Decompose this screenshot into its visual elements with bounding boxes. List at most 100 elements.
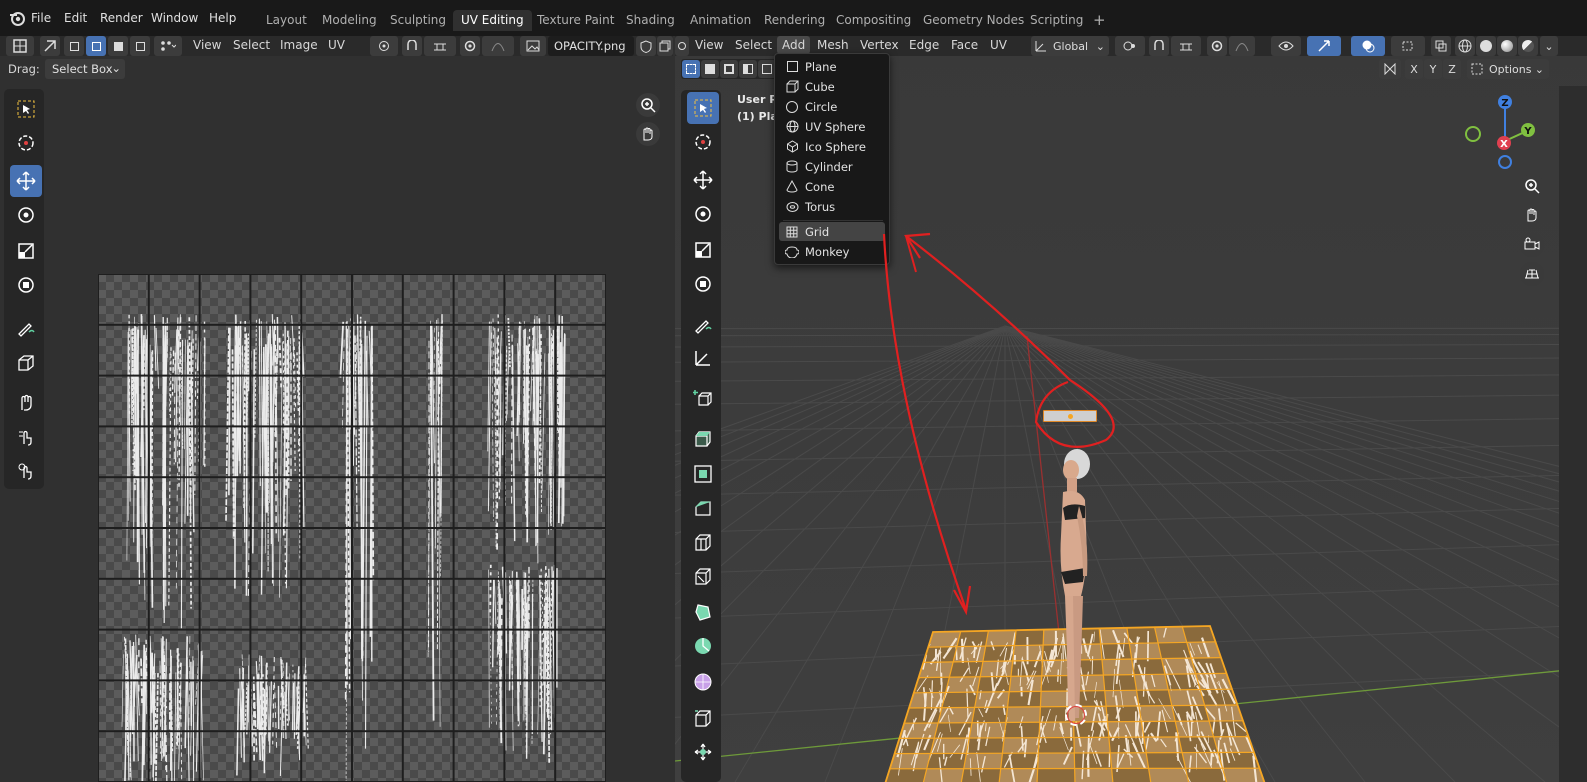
tab-uv-editing[interactable]: UV Editing [453, 10, 532, 31]
scale-tool-icon[interactable] [10, 235, 42, 267]
editor-type-icon[interactable] [6, 36, 34, 56]
add-cube-tool-icon[interactable] [687, 382, 719, 414]
snap-icon[interactable] [402, 36, 422, 56]
vp-menu-uv[interactable]: UV [990, 38, 1007, 52]
cursor-tool-icon[interactable] [687, 126, 719, 158]
tab-shading[interactable]: Shading [626, 10, 675, 31]
mirror-x-button[interactable]: X [1405, 59, 1423, 79]
tab-compositing[interactable]: Compositing [836, 10, 911, 31]
visibility-eye-icon[interactable] [1271, 36, 1301, 56]
mesh-edit-overlays-icon[interactable] [1391, 36, 1425, 56]
tab-sculpting[interactable]: Sculpting [390, 10, 446, 31]
transform-tool-icon[interactable] [687, 268, 719, 300]
relax-tool-icon[interactable] [10, 421, 42, 453]
uv-menu-select[interactable]: Select [233, 38, 270, 52]
island-select-icon[interactable] [130, 36, 150, 56]
rotate-tool-icon[interactable] [10, 199, 42, 231]
xray-toggle-icon[interactable] [1431, 36, 1451, 56]
sync-selection-icon[interactable] [40, 36, 60, 56]
menu-file[interactable]: File [31, 11, 51, 25]
proportional-editing-icon[interactable] [1207, 36, 1227, 56]
move-tool-icon[interactable] [10, 165, 42, 197]
vp-menu-select[interactable]: Select [735, 38, 772, 52]
measure-tool-icon[interactable] [687, 342, 719, 374]
proportional-edit-icon[interactable] [460, 36, 480, 56]
menu-help[interactable]: Help [209, 11, 236, 25]
smooth-tool-icon[interactable] [687, 666, 719, 698]
image-name-field[interactable]: OPACITY.png [548, 36, 634, 56]
uv-menu-view[interactable]: View [193, 38, 221, 52]
orthographic-toggle-icon[interactable] [1520, 262, 1544, 286]
vp-menu-add[interactable]: Add [777, 36, 811, 54]
spin-tool-icon[interactable] [687, 630, 719, 662]
select-new-icon[interactable] [682, 60, 700, 78]
falloff-icon[interactable] [482, 36, 514, 56]
tab-rendering[interactable]: Rendering [764, 10, 825, 31]
uv-image-canvas[interactable] [98, 274, 606, 782]
mirror-y-button[interactable]: Y [1424, 59, 1442, 79]
inset-tool-icon[interactable] [687, 458, 719, 490]
shading-options-chevron-icon[interactable]: ⌄ [1540, 36, 1558, 56]
rotate-tool-icon[interactable] [687, 198, 719, 230]
menu-item-ico-sphere[interactable]: Ico Sphere [779, 137, 885, 156]
extrude-tool-icon[interactable] [687, 422, 719, 454]
falloff-curve-icon[interactable] [1229, 36, 1255, 56]
menu-render[interactable]: Render [100, 11, 143, 25]
3d-cursor-icon[interactable] [1065, 704, 1087, 726]
shrink-fatten-tool-icon[interactable] [687, 736, 719, 768]
add-workspace-button[interactable]: + [1093, 8, 1106, 29]
knife-tool-icon[interactable] [687, 560, 719, 592]
sticky-select-icon[interactable] [154, 36, 182, 56]
solid-shading-icon[interactable] [1476, 36, 1496, 56]
overlays-icon[interactable] [1351, 36, 1385, 56]
select-box-tool-icon[interactable] [10, 93, 42, 125]
rendered-shading-icon[interactable] [1518, 36, 1538, 56]
edge-select-icon[interactable] [86, 36, 106, 56]
material-shading-icon[interactable] [1497, 36, 1517, 56]
sidebar-edge[interactable] [1559, 86, 1587, 782]
menu-item-circle[interactable]: Circle [779, 97, 885, 116]
zoom-icon[interactable] [1520, 174, 1544, 198]
tab-scripting[interactable]: Scripting [1030, 10, 1083, 31]
vp-menu-vertex[interactable]: Vertex [860, 38, 899, 52]
camera-view-icon[interactable] [1520, 233, 1544, 257]
mirror-butterfly-icon[interactable] [1379, 59, 1401, 79]
rip-region-icon[interactable] [10, 347, 42, 379]
pivot-point-icon[interactable] [1115, 36, 1145, 56]
drag-mode-select[interactable]: Select Box ⌄ [45, 59, 125, 79]
blender-logo-icon[interactable] [8, 9, 26, 27]
annotate-tool-icon[interactable] [687, 308, 719, 340]
menu-window[interactable]: Window [151, 11, 198, 25]
editor-type-icon-3d[interactable] [675, 36, 689, 56]
menu-item-plane[interactable]: Plane [779, 57, 885, 76]
menu-item-cube[interactable]: Cube [779, 77, 885, 96]
annotate-tool-icon[interactable] [10, 311, 42, 343]
fake-user-shield-icon[interactable] [636, 36, 656, 56]
navigation-gizmo[interactable]: Z Y X [1465, 91, 1545, 171]
bevel-tool-icon[interactable] [687, 492, 719, 524]
transform-orientation-select[interactable]: Global ⌄ [1031, 36, 1109, 56]
tab-modeling[interactable]: Modeling [322, 10, 377, 31]
snap-magnet-icon[interactable] [1149, 36, 1169, 56]
select-extend-icon[interactable] [701, 60, 719, 78]
snap-increment-icon[interactable] [1171, 36, 1201, 56]
tab-animation[interactable]: Animation [690, 10, 751, 31]
vp-menu-face[interactable]: Face [951, 38, 978, 52]
transform-tool-icon[interactable] [10, 269, 42, 301]
menu-item-uv-sphere[interactable]: UV Sphere [779, 117, 885, 136]
menu-item-torus[interactable]: Torus [779, 197, 885, 216]
grab-tool-icon[interactable] [10, 387, 42, 419]
vp-menu-view[interactable]: View [695, 38, 723, 52]
vertex-select-icon[interactable] [64, 36, 84, 56]
pan-hand-icon[interactable] [636, 122, 660, 146]
zoom-icon[interactable] [636, 93, 660, 117]
menu-item-cone[interactable]: Cone [779, 177, 885, 196]
select-subtract-icon[interactable] [720, 60, 738, 78]
mirror-z-button[interactable]: Z [1443, 59, 1461, 79]
pivot-icon[interactable] [370, 36, 398, 56]
face-select-icon[interactable] [108, 36, 128, 56]
edge-slide-tool-icon[interactable] [687, 702, 719, 734]
uv-menu-image[interactable]: Image [280, 38, 318, 52]
vp-menu-edge[interactable]: Edge [909, 38, 939, 52]
vp-menu-mesh[interactable]: Mesh [817, 38, 849, 52]
